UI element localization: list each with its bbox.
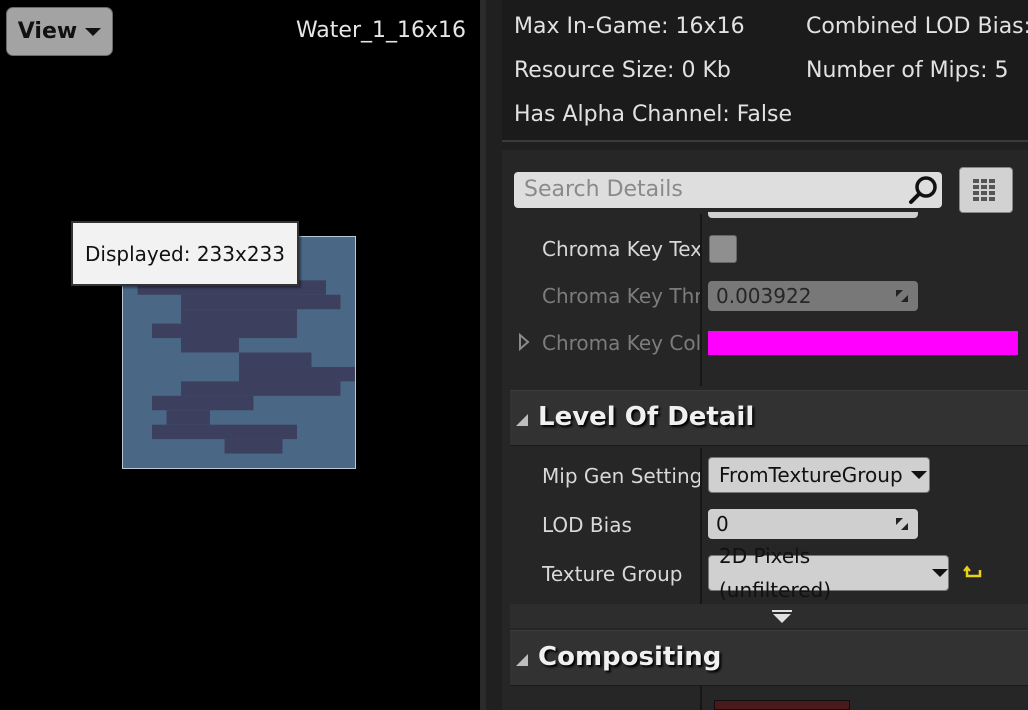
panel-gutter xyxy=(486,0,502,710)
mip-gen-settings-value: FromTextureGroup xyxy=(719,463,903,487)
tooltip-text: Displayed: 233x233 xyxy=(85,241,285,266)
search-details-input[interactable]: Search Details xyxy=(514,172,942,208)
compositing-texture-thumbnail[interactable] xyxy=(714,700,850,710)
view-options-button[interactable] xyxy=(959,167,1013,213)
expand-down-icon[interactable] xyxy=(771,609,793,625)
number-of-mips-text: Number of Mips: 5 xyxy=(806,58,1009,83)
partial-field xyxy=(708,212,918,218)
chroma-key-color-swatch[interactable] xyxy=(708,331,1018,355)
chroma-key-threshold-value: 0.003922 xyxy=(716,284,812,308)
chroma-key-color-label: Chroma Key Colo xyxy=(542,331,700,355)
texture-viewport[interactable]: View Water_1_16x16 Displayed: 233x233 xyxy=(0,0,480,710)
lod-bias-label: LOD Bias xyxy=(542,513,632,537)
chevron-down-icon xyxy=(932,569,948,577)
texture-group-label: Texture Group xyxy=(542,562,683,586)
search-placeholder: Search Details xyxy=(524,177,683,202)
compositing-title: Compositing xyxy=(538,642,722,672)
expand-arrow-icon[interactable] xyxy=(518,333,530,351)
chroma-key-threshold-label: Chroma Key Thre xyxy=(542,284,700,308)
column-separator[interactable] xyxy=(700,448,702,604)
resize-handle-icon[interactable] xyxy=(894,288,910,304)
combined-lod-bias-text: Combined LOD Bias: xyxy=(806,14,1028,39)
column-separator[interactable] xyxy=(700,214,702,386)
reset-to-default-icon[interactable] xyxy=(963,562,985,584)
max-in-game-text: Max In-Game: 16x16 xyxy=(514,14,745,39)
chroma-key-texture-checkbox[interactable] xyxy=(709,235,737,263)
lod-bias-value: 0 xyxy=(716,512,729,536)
mip-gen-settings-label: Mip Gen Settings xyxy=(542,464,700,488)
texture-group-value: 2D Pixels (unfiltered) xyxy=(719,544,832,602)
collapse-triangle-icon[interactable] xyxy=(516,654,528,666)
chevron-down-icon xyxy=(85,27,102,36)
chevron-down-icon xyxy=(910,471,927,479)
chroma-key-texture-label: Chroma Key Text xyxy=(542,237,700,261)
mip-gen-settings-dropdown[interactable]: FromTextureGroup xyxy=(708,457,930,493)
search-icon[interactable] xyxy=(908,174,940,206)
texture-info-panel: Max In-Game: 16x16 Combined LOD Bias: Re… xyxy=(502,0,1028,142)
texture-name: Water_1_16x16 xyxy=(295,18,466,43)
advanced-expand-bar[interactable] xyxy=(510,604,1028,628)
displayed-size-tooltip: Displayed: 233x233 xyxy=(71,221,299,286)
has-alpha-text: Has Alpha Channel: False xyxy=(514,102,792,127)
view-menu-button[interactable]: View xyxy=(6,7,113,56)
resource-size-text: Resource Size: 0 Kb xyxy=(514,58,731,83)
view-button-label: View xyxy=(17,19,78,44)
chroma-key-threshold-field[interactable]: 0.003922 xyxy=(708,281,918,311)
collapse-triangle-icon[interactable] xyxy=(516,414,528,426)
grid-icon xyxy=(973,179,995,201)
resize-handle-icon[interactable] xyxy=(894,516,910,532)
texture-group-dropdown[interactable]: 2D Pixels (unfiltered) xyxy=(708,544,949,602)
lod-bias-field[interactable]: 0 xyxy=(708,509,918,539)
level-of-detail-title: Level Of Detail xyxy=(538,402,755,432)
